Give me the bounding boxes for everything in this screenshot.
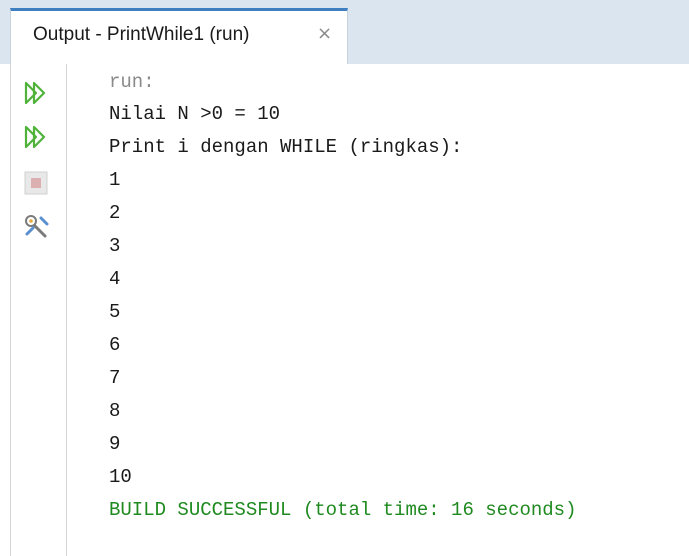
rerun-with-options-icon[interactable] — [21, 122, 51, 152]
run-label: run: — [109, 71, 155, 93]
close-icon[interactable]: × — [317, 23, 332, 44]
output-window: Output - PrintWhile1 (run) × run: Nilai … — [0, 0, 689, 556]
console-line: 9 — [109, 433, 121, 455]
console-line: 4 — [109, 268, 121, 290]
build-status: BUILD SUCCESSFUL (total time: 16 seconds… — [109, 499, 577, 521]
console-line: 8 — [109, 400, 121, 422]
settings-icon[interactable] — [21, 212, 51, 242]
tab-title: Output - PrintWhile1 (run) — [33, 24, 250, 45]
console-line: 5 — [109, 301, 121, 323]
console-line: 6 — [109, 334, 121, 356]
console-line: Print i dengan WHILE (ringkas): — [109, 136, 463, 158]
rerun-icon[interactable] — [21, 78, 51, 108]
console-line: 10 — [109, 466, 132, 488]
console-line: Nilai N >0 = 10 — [109, 103, 281, 125]
console-line: 3 — [109, 235, 121, 257]
console-line: 1 — [109, 169, 121, 191]
console-output[interactable]: run: Nilai N >0 = 10 Print i dengan WHIL… — [67, 64, 689, 556]
stop-icon[interactable] — [21, 168, 51, 198]
output-toolbar — [10, 64, 67, 556]
tab-output[interactable]: Output - PrintWhile1 (run) × — [10, 8, 348, 64]
console-line: 2 — [109, 202, 121, 224]
tab-strip: Output - PrintWhile1 (run) × — [0, 0, 689, 64]
console-line: 7 — [109, 367, 121, 389]
